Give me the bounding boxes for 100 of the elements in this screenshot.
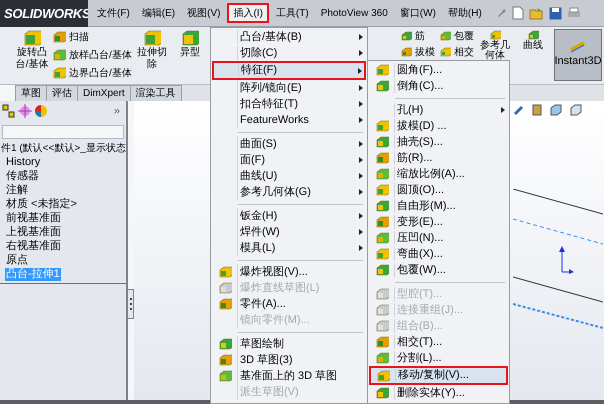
feature-icon (375, 386, 389, 400)
open-folder-icon[interactable] (528, 6, 544, 20)
tree-item[interactable]: 件1 (默认<<默认>_显示状态 (1, 142, 126, 154)
view-orient-icon[interactable] (513, 104, 525, 116)
ribbon-button[interactable]: 扫描 (52, 29, 132, 45)
tool-icon (489, 29, 501, 41)
menu-item[interactable]: 变形(E)... (369, 214, 508, 230)
menu-item[interactable]: 包覆(W)... (369, 262, 508, 278)
menu-bar-item[interactable]: 插入(I) (227, 3, 269, 23)
menu-item[interactable]: 筋(R)... (369, 150, 508, 166)
menu-item[interactable]: 扣合特征(T) (212, 96, 366, 112)
menu-item[interactable]: 圆角(F)... (369, 62, 508, 78)
ribbon-button[interactable]: 旋转凸台/基体 (14, 29, 50, 71)
ribbon-button[interactable]: 放样凸台/基体 (52, 47, 132, 63)
menu-item[interactable]: FeatureWorks (212, 112, 366, 128)
menu-item[interactable]: 删除实体(Y)... (369, 385, 508, 401)
menu-item[interactable]: 抽壳(S)... (369, 134, 508, 150)
menu-item[interactable]: 相交(T)... (369, 334, 508, 350)
feature-icon (375, 167, 389, 181)
ribbon-button[interactable]: 参考几何体 (478, 29, 512, 61)
menu-item[interactable]: 曲线(U) (212, 168, 366, 184)
menu-item[interactable]: 压凹(N)... (369, 230, 508, 246)
menu-item[interactable]: 参考几何体(G) (212, 184, 366, 200)
menu-item[interactable]: 草图绘制 (212, 336, 366, 352)
menu-item[interactable]: 弯曲(X)... (369, 246, 508, 262)
menu-item[interactable]: 特征(F) (212, 61, 366, 80)
feature-icon (375, 135, 389, 149)
ribbon-button[interactable]: 曲线 (516, 29, 550, 51)
tree-item[interactable]: 上视基准面 (5, 226, 62, 238)
menu-item[interactable]: 曲面(S) (212, 136, 366, 152)
cube-view-icon[interactable] (549, 104, 563, 116)
menu-item[interactable]: 零件(A)... (212, 296, 366, 312)
menu-bar-item[interactable]: 视图(V) (182, 3, 226, 23)
menu-item[interactable]: 面(F) (212, 152, 366, 168)
feature-icon (375, 183, 389, 197)
ruler-icon (570, 40, 586, 53)
menu-item[interactable]: 切除(C) (212, 45, 366, 61)
filter-field[interactable] (2, 125, 124, 139)
menu-item[interactable]: 焊件(W) (212, 224, 366, 240)
menu-item[interactable]: 阵列/镜向(E) (212, 80, 366, 96)
menu-item[interactable]: 倒角(C)... (369, 78, 508, 94)
menu-bar-item[interactable]: 工具(T) (270, 3, 314, 23)
printer-icon[interactable] (566, 6, 581, 20)
tree-item[interactable]: 原点 (5, 254, 29, 266)
ribbon-button[interactable]: 异型 (172, 29, 208, 59)
menu-item[interactable]: 爆炸视图(V)... (212, 264, 366, 280)
panel-collapse-handle[interactable] (128, 289, 134, 319)
feature-icon (375, 303, 389, 317)
menu-item[interactable]: 3D 草图(3) (212, 352, 366, 368)
section-view-icon[interactable] (531, 104, 543, 116)
new-document-icon[interactable] (512, 6, 524, 20)
config-icon[interactable] (2, 104, 16, 118)
menu-item[interactable]: 分割(L)... (369, 350, 508, 366)
tool-icon (439, 30, 451, 42)
tree-item[interactable]: 传感器 (5, 170, 40, 182)
menu-item[interactable]: 模具(L) (212, 240, 366, 256)
menu-bar-item[interactable]: 窗口(W) (394, 3, 441, 23)
save-icon[interactable] (548, 6, 562, 20)
tree-item[interactable]: History (5, 156, 42, 168)
menu-bar-item[interactable]: 编辑(E) (136, 3, 180, 23)
crosshair-icon[interactable] (18, 104, 32, 118)
feature-icon (218, 265, 232, 279)
ribbon-tab[interactable]: 评估 (47, 85, 78, 101)
cube-icon[interactable] (569, 104, 583, 116)
ribbon-button[interactable]: 拔模 (400, 45, 435, 59)
tree-item[interactable]: 右视基准面 (5, 240, 62, 252)
feature-icon (218, 281, 232, 295)
menu-item[interactable]: 拔模(D) ... (369, 118, 508, 134)
toggle-button[interactable]: Instant3D (554, 29, 602, 81)
tool-icon (142, 29, 161, 47)
ribbon-tab[interactable]: 草图 (16, 85, 47, 101)
ribbon-button[interactable]: 包覆 (439, 29, 474, 43)
ribbon-button[interactable]: 筋 (400, 29, 435, 43)
menu-bar-item[interactable]: 文件(F) (92, 3, 135, 23)
expand-chevron[interactable]: » (114, 105, 124, 117)
ribbon-button[interactable]: 拉伸切除 (134, 29, 170, 71)
ribbon-tab[interactable]: DimXpert (78, 85, 131, 101)
menu-item[interactable]: 基准面上的 3D 草图 (212, 368, 366, 384)
menu-bar-item[interactable]: PhotoView 360 (316, 3, 393, 23)
feature-icon (375, 247, 389, 261)
menu-item[interactable]: 孔(H) (369, 102, 508, 118)
menu-item[interactable]: 钣金(H) (212, 208, 366, 224)
ribbon-tab[interactable]: 渲染工具 (130, 85, 182, 101)
menu-bar-item[interactable]: 帮助(H) (442, 3, 487, 23)
menu-item[interactable]: 自由形(M)... (369, 198, 508, 214)
tool-icon (23, 29, 41, 47)
tree-item[interactable]: 前视基准面 (5, 212, 62, 224)
tree-item[interactable]: 材质 <未指定> (5, 198, 78, 210)
axis-triad-icon (558, 246, 574, 274)
tool-icon (180, 29, 199, 47)
ribbon-button[interactable]: 边界凸台/基体 (52, 65, 132, 81)
submenu-arrow-icon (499, 106, 507, 114)
menu-item[interactable]: 圆顶(O)... (369, 182, 508, 198)
color-wheel-icon[interactable] (34, 104, 48, 118)
tree-item[interactable]: 注解 (5, 184, 29, 196)
feature-icon (218, 297, 232, 311)
menu-item[interactable]: 凸台/基体(B) (212, 29, 366, 45)
ribbon-button[interactable]: 相交 (439, 45, 474, 59)
feature-icon (375, 199, 389, 213)
menu-item[interactable]: 缩放比例(A)... (369, 166, 508, 182)
